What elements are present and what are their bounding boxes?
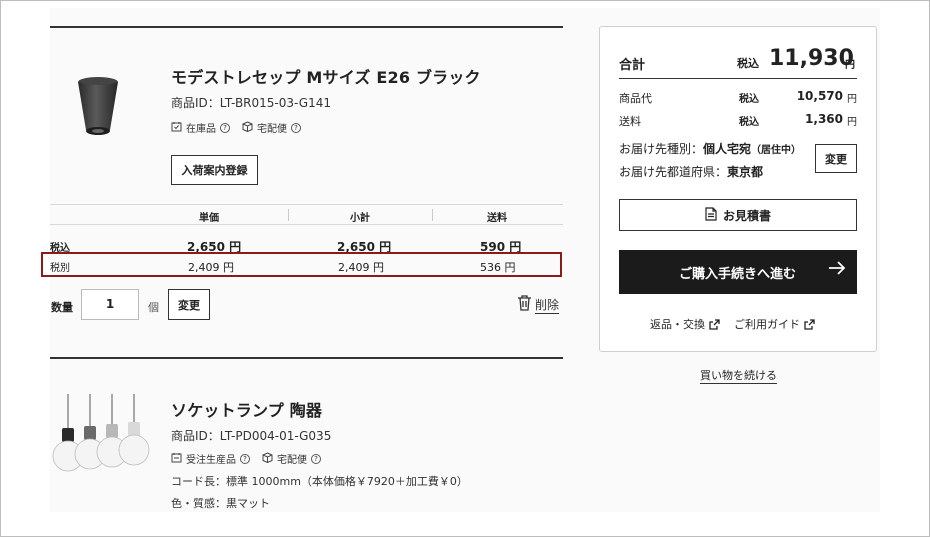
line-label: 商品代 bbox=[619, 92, 652, 105]
product-divider bbox=[50, 357, 563, 359]
product-id: 商品ID：LT-PD004-01-G035 bbox=[171, 429, 332, 443]
continue-shopping-link[interactable]: 買い物を続ける bbox=[700, 369, 777, 384]
delivery-method: 宅配便 bbox=[277, 455, 307, 466]
destination-prefecture: お届け先都道府県：東京都 bbox=[619, 163, 763, 180]
dest-type-value: 個人宅宛 bbox=[703, 142, 752, 156]
total-tax-label: 税込 bbox=[737, 57, 759, 70]
header-unit-price: 単価 bbox=[199, 213, 219, 224]
product-tags: 在庫品 ? 宅配便 ? bbox=[171, 120, 301, 135]
destination-change-button[interactable]: 変更 bbox=[815, 144, 857, 173]
dest-type-label: お届け先種別： bbox=[619, 142, 704, 156]
dest-pref-label: お届け先都道府県： bbox=[619, 165, 728, 179]
help-icon[interactable]: ? bbox=[291, 122, 301, 133]
line-tax: 税込 bbox=[739, 117, 759, 128]
guide-label: ご利用ガイド bbox=[734, 318, 800, 331]
product-name[interactable]: ソケットランプ 陶器 bbox=[171, 397, 322, 421]
returns-label: 返品・交換 bbox=[650, 318, 705, 331]
total-yen: 円 bbox=[845, 60, 855, 71]
quantity-unit: 個 bbox=[148, 301, 159, 314]
arrow-right-icon bbox=[827, 258, 847, 283]
line-tax: 税込 bbox=[739, 94, 759, 105]
summary-total: 合計 税込 11,930 円 bbox=[619, 46, 857, 79]
cord-length: コード長：標準 1000mm（本体価格￥7920＋加工費￥0） bbox=[171, 475, 468, 488]
total-label: 合計 bbox=[619, 58, 646, 73]
total-value: 11,930 bbox=[769, 46, 854, 71]
highlight-box bbox=[41, 252, 562, 277]
product-divider bbox=[50, 26, 563, 28]
product-id: 商品ID：LT-BR015-03-G141 bbox=[171, 96, 331, 110]
line-value: 1,360 bbox=[805, 112, 843, 126]
box-icon bbox=[242, 120, 253, 135]
box-icon bbox=[262, 451, 273, 466]
black-socket-image[interactable] bbox=[72, 74, 124, 144]
quantity-input[interactable]: 1 bbox=[81, 289, 139, 320]
header-subtotal: 小計 bbox=[350, 213, 370, 224]
header-shipping: 送料 bbox=[487, 213, 507, 224]
checkout-label: ご購入手続きへ進む bbox=[679, 267, 797, 282]
quantity-label: 数量 bbox=[51, 301, 73, 314]
destination-type: お届け先種別：個人宅宛（居住中） bbox=[619, 140, 801, 157]
external-link-icon bbox=[804, 318, 815, 330]
summary-line-shipping: 送料 税込 1,360 円 bbox=[619, 112, 857, 129]
price-table-header: 単価 小計 送料 bbox=[50, 204, 563, 225]
delivery-method: 宅配便 bbox=[257, 124, 287, 135]
order-summary: 合計 税込 11,930 円 商品代 税込 10,570 円 送料 税込 1,3… bbox=[599, 26, 877, 352]
quote-label: お見積書 bbox=[722, 208, 771, 223]
delete-label: 削除 bbox=[535, 297, 560, 314]
product-name[interactable]: モデストレセップ Mサイズ E26 ブラック bbox=[171, 64, 481, 88]
restock-notify-button[interactable]: 入荷案内登録 bbox=[171, 155, 258, 185]
stock-status: 受注生産品 bbox=[186, 455, 236, 466]
help-icon[interactable]: ? bbox=[240, 453, 250, 464]
calendar-icon bbox=[171, 452, 182, 466]
dest-type-note: （居住中） bbox=[751, 145, 802, 156]
line-value: 10,570 bbox=[796, 89, 843, 103]
socket-lamps-image[interactable] bbox=[50, 394, 150, 488]
checkout-button[interactable]: ご購入手続きへ進む bbox=[619, 250, 857, 294]
summary-links: 返品・交換 ご利用ガイド bbox=[650, 316, 815, 332]
guide-link[interactable]: ご利用ガイド bbox=[734, 316, 815, 332]
dest-pref-value: 東京都 bbox=[727, 165, 764, 179]
color-finish: 色・質感：黒マット bbox=[171, 497, 270, 510]
delete-button[interactable]: 削除 bbox=[517, 295, 560, 314]
help-icon[interactable]: ? bbox=[311, 453, 321, 464]
stock-status: 在庫品 bbox=[186, 124, 216, 135]
quote-button[interactable]: お見積書 bbox=[619, 199, 857, 231]
line-label: 送料 bbox=[619, 115, 641, 128]
quantity-change-button[interactable]: 変更 bbox=[168, 289, 210, 320]
trash-icon bbox=[517, 295, 532, 314]
calendar-check-icon bbox=[171, 121, 182, 135]
line-yen: 円 bbox=[847, 117, 857, 128]
product-tags: 受注生産品 ? 宅配便 ? bbox=[171, 451, 321, 466]
summary-line-goods: 商品代 税込 10,570 円 bbox=[619, 89, 857, 106]
line-yen: 円 bbox=[847, 94, 857, 105]
returns-link[interactable]: 返品・交換 bbox=[650, 316, 720, 332]
external-link-icon bbox=[709, 318, 720, 330]
table-row-tax-incl: 税込 2,650 円 2,650 円 590 円 bbox=[50, 234, 563, 254]
document-icon bbox=[705, 206, 717, 224]
help-icon[interactable]: ? bbox=[220, 122, 230, 133]
